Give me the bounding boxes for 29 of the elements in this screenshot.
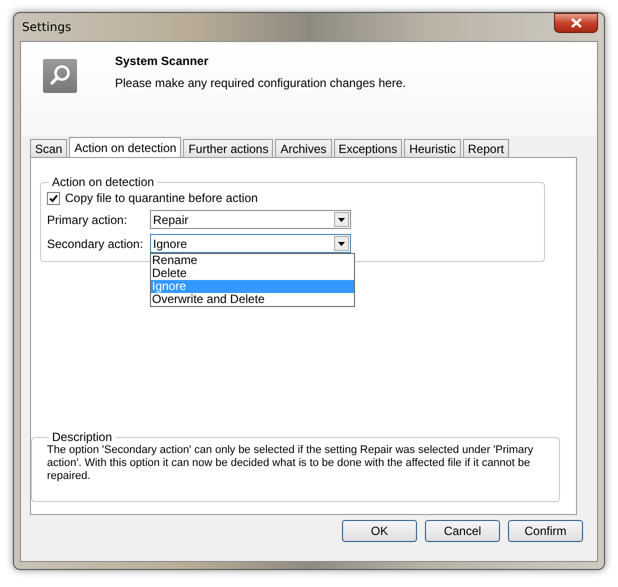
- tab[interactable]: Report: [462, 139, 509, 157]
- tab[interactable]: Scan: [30, 139, 68, 157]
- caret-icon: [338, 218, 345, 222]
- description-text: The option 'Secondary action' can only be selected if the setting Repair was selected under 'Primary action'. With this option it can now be decided what is to be done with the affected file if it cannot be repaired.: [47, 444, 534, 483]
- tab[interactable]: Action on detection: [69, 137, 182, 158]
- checkbox-label: Copy file to quarantine before action: [65, 191, 258, 205]
- dialog-button[interactable]: Cancel: [425, 520, 500, 542]
- tab[interactable]: Heuristic: [404, 139, 461, 157]
- group-title: Description: [51, 430, 114, 444]
- dialog-button[interactable]: Confirm: [508, 520, 583, 542]
- close-icon: [570, 18, 582, 28]
- window-title: Settings: [21, 20, 72, 34]
- field-label: Primary action:: [47, 212, 128, 226]
- checkbox[interactable]: [47, 192, 60, 204]
- tab[interactable]: Further actions: [183, 139, 274, 157]
- header-title: System Scanner: [115, 54, 210, 68]
- close-button[interactable]: [554, 13, 598, 33]
- dropdown-option[interactable]: Rename: [151, 254, 354, 267]
- field-label: Secondary action:: [47, 236, 144, 250]
- dialog-button[interactable]: OK: [342, 520, 417, 542]
- caret-icon: [338, 242, 345, 246]
- dropdown[interactable]: Repair: [150, 210, 351, 229]
- dropdown-option[interactable]: Delete: [151, 267, 354, 280]
- magnifier-icon: [43, 59, 77, 93]
- tab[interactable]: Exceptions: [334, 139, 402, 157]
- dropdown-option[interactable]: Overwrite and Delete: [151, 293, 354, 306]
- group-title: Action on detection: [51, 175, 156, 189]
- header-subtitle: Please make any required configuration changes here.: [115, 76, 406, 90]
- tab[interactable]: Archives: [275, 139, 332, 157]
